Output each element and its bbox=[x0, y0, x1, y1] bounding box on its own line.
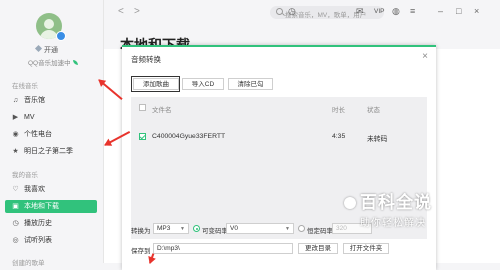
dialog-title: 音频转换 bbox=[131, 55, 161, 64]
maximize-icon[interactable]: □ bbox=[456, 6, 461, 16]
star-icon: ★ bbox=[12, 148, 19, 155]
music-note-icon: ♫ bbox=[12, 97, 19, 104]
skin-icon[interactable]: ◍ bbox=[392, 6, 400, 17]
leaf-icon bbox=[72, 60, 78, 65]
headphone-icon: ◎ bbox=[12, 237, 19, 244]
sidebar-item[interactable]: ★ 明日之子第二季 bbox=[5, 145, 97, 158]
dialog-accent-bar bbox=[122, 45, 436, 47]
select-all-checkbox[interactable] bbox=[139, 104, 146, 111]
save-path-input[interactable]: D:\mp3\ bbox=[153, 243, 293, 254]
mail-icon[interactable]: ✉ bbox=[356, 6, 364, 17]
user-badge-icon bbox=[56, 31, 66, 41]
mv-icon: ▶ bbox=[12, 114, 19, 121]
top-bar: < > 搜索音乐，MV，歌单，用户 ◷ ✉ VIP ◍ ≡ – □ × bbox=[104, 0, 500, 25]
file-list-header: 文件名 时长 状态 bbox=[131, 97, 427, 116]
sidebar-item[interactable]: ◉ 个性电台 bbox=[5, 128, 97, 141]
chevron-down-icon: ▼ bbox=[285, 226, 290, 232]
section-my-music: 我的音乐 bbox=[12, 172, 38, 179]
accel-status: QQ音乐加速中 bbox=[28, 57, 78, 67]
clear-checked-button[interactable]: 清除已勾 bbox=[228, 78, 273, 90]
sidebar-item[interactable]: ◎ 试听列表 bbox=[5, 234, 97, 247]
forward-arrow-icon[interactable]: > bbox=[134, 6, 140, 17]
open-folder-button[interactable]: 打开文件夹 bbox=[343, 243, 389, 254]
sidebar-item-label: 我喜欢 bbox=[24, 186, 45, 193]
sidebar-item[interactable]: ♫ 音乐馆 bbox=[5, 94, 97, 107]
sidebar-item-label: 播放历史 bbox=[24, 220, 52, 227]
column-duration: 时长 bbox=[332, 107, 345, 114]
column-filename: 文件名 bbox=[152, 107, 172, 114]
download-icon: ▣ bbox=[12, 203, 19, 210]
file-row-duration: 4:35 bbox=[332, 133, 346, 140]
file-row-checkbox[interactable] bbox=[139, 133, 146, 140]
audio-convert-dialog: 音频转换 × 添加歌曲 导入CD 清除已勾 文件名 时长 状态 C400004G… bbox=[122, 45, 436, 270]
vip-button[interactable]: VIP bbox=[374, 8, 384, 15]
change-directory-button[interactable]: 更改目录 bbox=[298, 243, 338, 254]
column-status: 状态 bbox=[367, 107, 380, 114]
clock-icon[interactable]: ◷ bbox=[288, 6, 296, 17]
sidebar-item-label: 个性电台 bbox=[24, 131, 52, 138]
sidebar-item-label: MV bbox=[24, 114, 35, 121]
watermark: 百科全说 助你轻松解决 bbox=[344, 188, 464, 229]
vbr-radio[interactable] bbox=[193, 225, 200, 232]
sidebar-item[interactable]: ♡ 我喜欢 bbox=[5, 183, 97, 196]
minimize-icon[interactable]: – bbox=[438, 6, 443, 16]
file-row-status: 未转码 bbox=[367, 136, 388, 143]
paw-icon bbox=[344, 197, 356, 209]
section-created-playlists: 创建的歌单 bbox=[12, 260, 45, 267]
import-cd-button[interactable]: 导入CD bbox=[182, 78, 224, 90]
highlight-box bbox=[131, 76, 180, 92]
vbr-select[interactable]: V0 ▼ bbox=[226, 223, 294, 234]
radio-icon: ◉ bbox=[12, 131, 19, 138]
vip-status[interactable]: 开通 bbox=[34, 44, 58, 55]
menu-icon[interactable]: ≡ bbox=[410, 6, 415, 16]
sidebar-item[interactable]: ▶ MV bbox=[5, 111, 97, 124]
section-online-music: 在线音乐 bbox=[12, 83, 38, 90]
chevron-down-icon: ▼ bbox=[180, 226, 185, 232]
cbr-label: 恒定码率 bbox=[307, 228, 333, 235]
back-arrow-icon[interactable]: < bbox=[118, 6, 124, 17]
sidebar-item[interactable]: ◷ 播放历史 bbox=[5, 217, 97, 230]
sidebar-item[interactable]: ▣ 本地和下载 bbox=[5, 200, 97, 213]
vbr-label: 可变码率 bbox=[202, 228, 228, 235]
diamond-icon bbox=[34, 44, 43, 53]
convert-to-label: 转换为 bbox=[131, 228, 151, 235]
close-icon[interactable]: × bbox=[422, 51, 428, 62]
file-row-filename: C400004Gyue33FERTT bbox=[152, 133, 226, 140]
format-select[interactable]: MP3 ▼ bbox=[153, 223, 189, 234]
clock-icon: ◷ bbox=[12, 220, 19, 227]
sidebar-item-label: 本地和下载 bbox=[24, 203, 59, 210]
sidebar-item-label: 明日之子第二季 bbox=[24, 148, 73, 155]
search-icon bbox=[276, 8, 283, 15]
heart-icon: ♡ bbox=[12, 186, 19, 193]
cbr-radio[interactable] bbox=[298, 225, 305, 232]
sidebar-item-label: 试听列表 bbox=[24, 237, 52, 244]
save-to-label: 保存到 bbox=[131, 248, 151, 255]
close-window-icon[interactable]: × bbox=[474, 6, 479, 16]
sidebar-item-label: 音乐馆 bbox=[24, 97, 45, 104]
sidebar: 开通 QQ音乐加速中 在线音乐 ♫ 音乐馆 ▶ MV ◉ 个性电台 ★ 明日之子第二季 我的音… bbox=[0, 0, 104, 267]
file-row[interactable]: C400004Gyue33FERTT 4:35 未转码 bbox=[131, 130, 427, 144]
